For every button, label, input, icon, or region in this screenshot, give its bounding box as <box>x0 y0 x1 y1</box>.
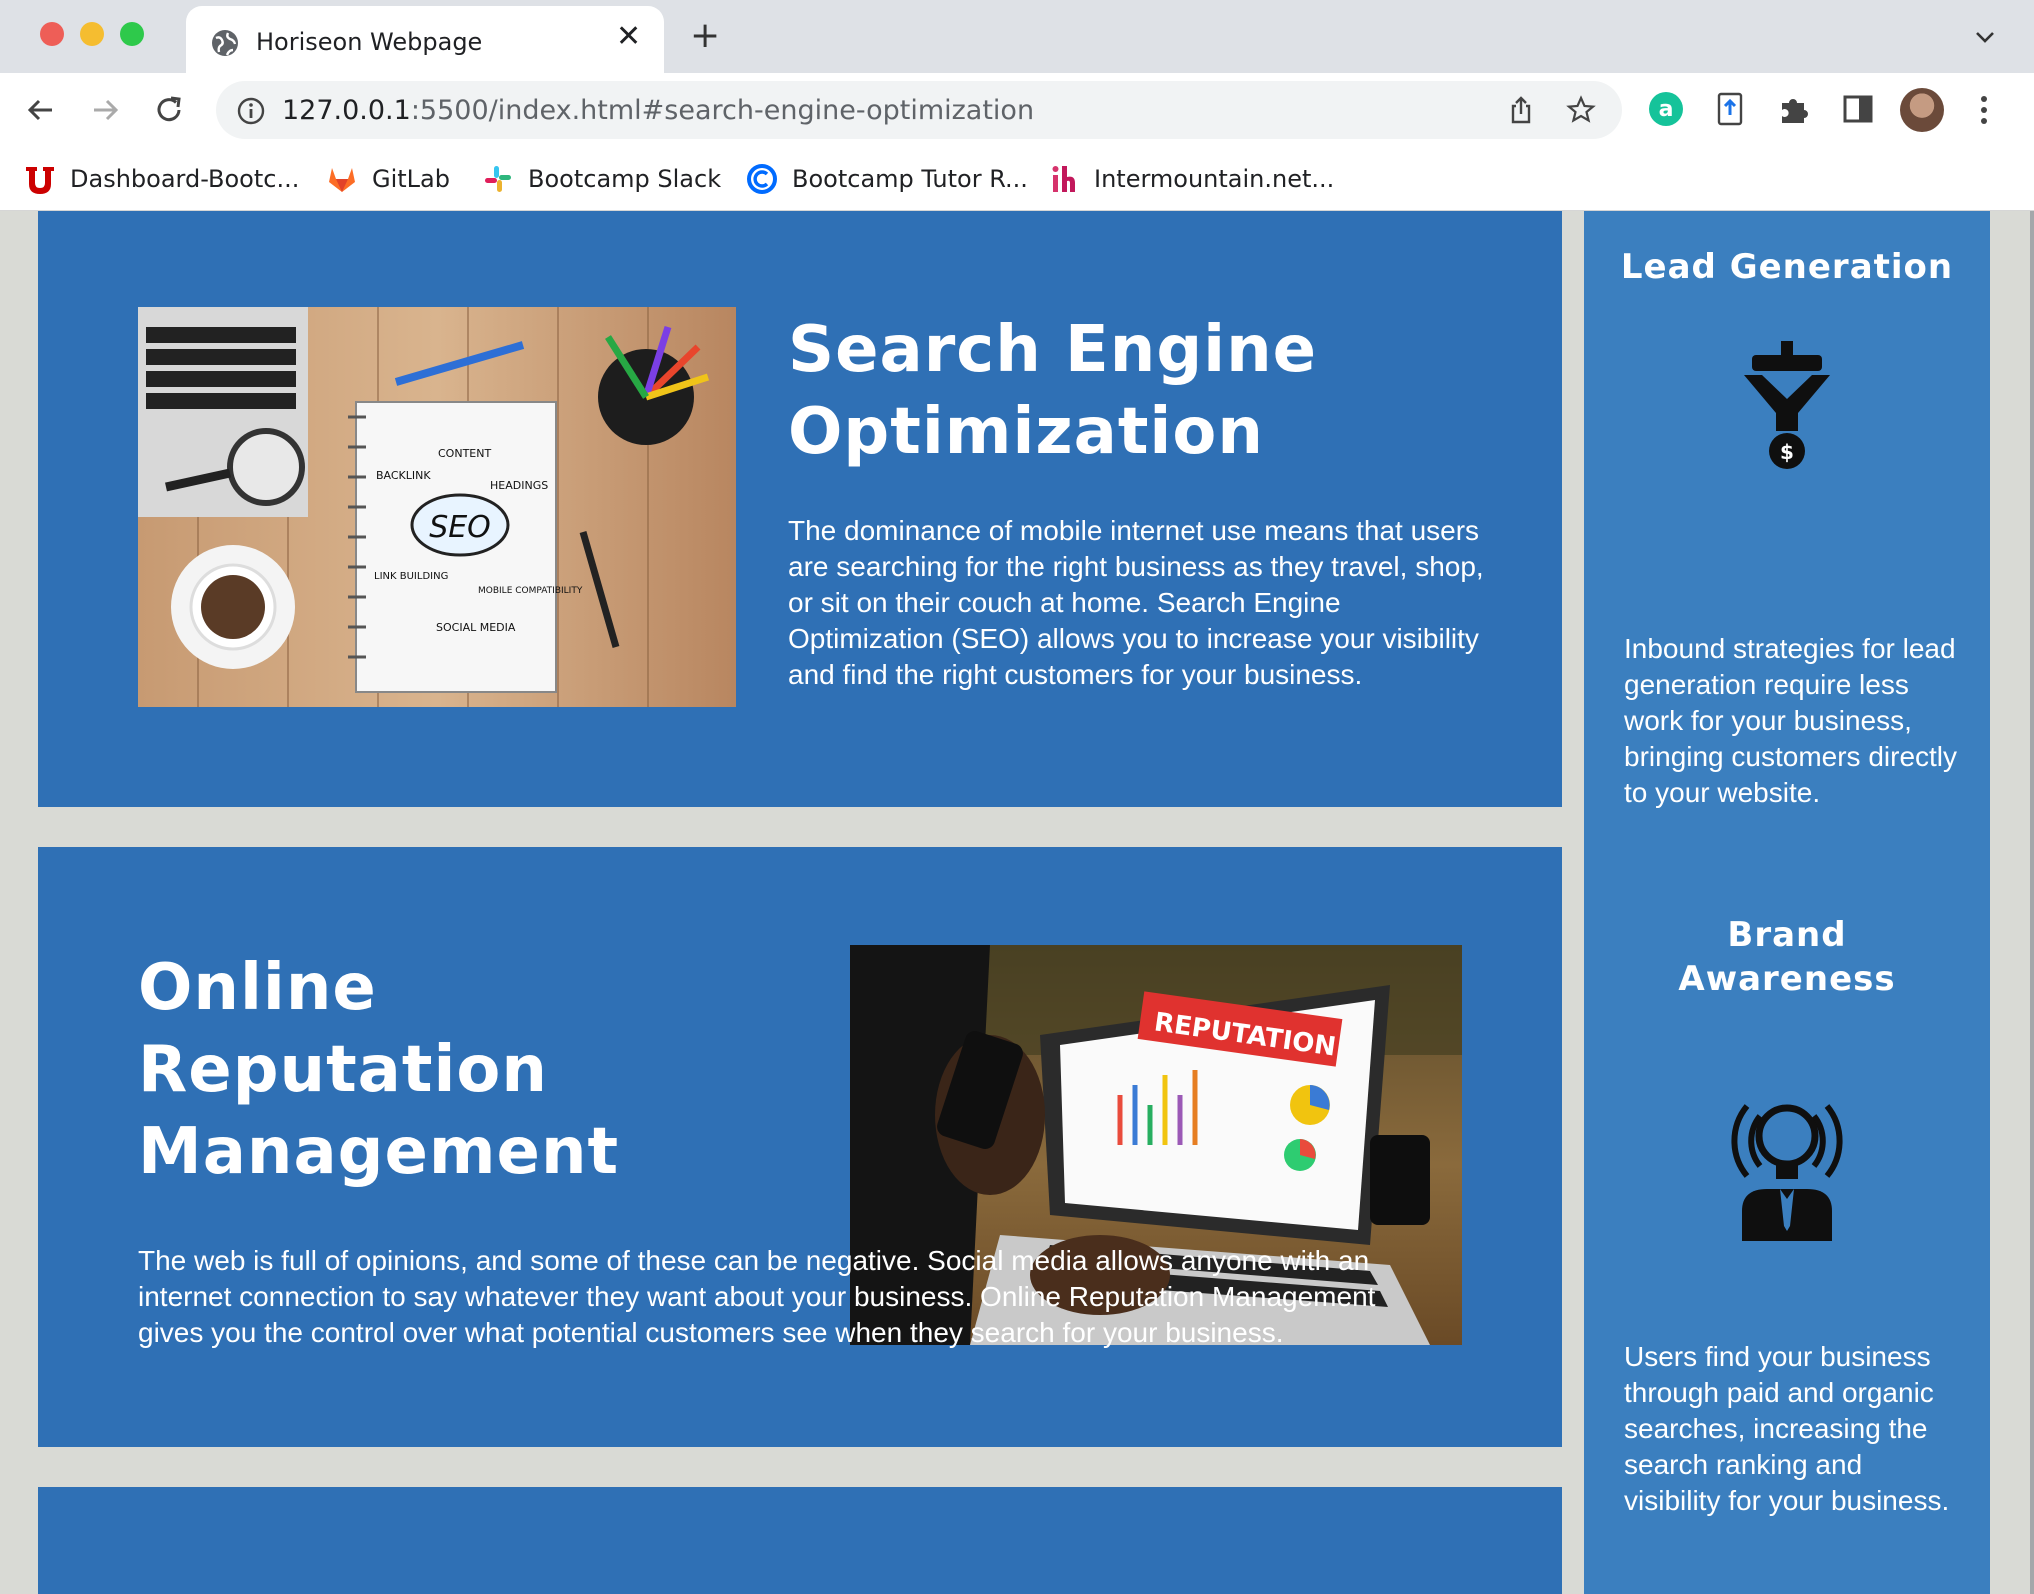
new-tab-icon[interactable]: + <box>690 18 720 54</box>
gitlab-icon <box>329 168 355 192</box>
lead-generation-heading: Lead Generation <box>1620 247 1954 287</box>
tab-title: Horiseon Webpage <box>256 28 483 56</box>
tab-horiseon[interactable]: Horiseon Webpage ✕ <box>186 6 664 73</box>
brand-awareness-icon <box>1731 1104 1843 1241</box>
bookmark-slack[interactable]: Bootcamp Slack <box>482 161 721 197</box>
brand-awareness-heading: Brand Awareness <box>1678 915 1896 999</box>
orm-heading: Online Reputation Management <box>138 951 620 1189</box>
bookmark-intermountain[interactable]: Intermountain.net... <box>1048 161 1334 197</box>
scrollbar-edge[interactable] <box>2030 211 2034 1594</box>
grammarly-extension-icon[interactable]: a <box>1648 91 1684 127</box>
page-viewport: SEO CONTENT BACKLINK HEADINGS LINK BUILD… <box>0 211 2034 1594</box>
calendly-icon <box>747 164 777 194</box>
page-right-margin <box>1990 211 2034 1594</box>
bookmark-star-icon[interactable] <box>1566 95 1596 125</box>
maximize-window-button[interactable] <box>120 22 144 46</box>
extensions-puzzle-icon[interactable] <box>1776 91 1812 127</box>
seo-image: SEO CONTENT BACKLINK HEADINGS LINK BUILD… <box>138 307 736 707</box>
profile-avatar[interactable] <box>1900 88 1944 132</box>
upload-extension-icon[interactable] <box>1712 91 1748 127</box>
seo-image-label: SEO <box>429 510 491 545</box>
seo-section: SEO CONTENT BACKLINK HEADINGS LINK BUILD… <box>38 211 1562 807</box>
bookmark-label: GitLab <box>372 165 450 193</box>
svg-text:BACKLINK: BACKLINK <box>376 469 431 482</box>
brand-awareness-text: Users find your business through paid an… <box>1624 1341 1950 1516</box>
share-icon[interactable] <box>1506 95 1536 125</box>
social-media-section <box>38 1487 1562 1594</box>
bookmark-label: Bootcamp Tutor R... <box>792 165 1028 193</box>
back-arrow-icon[interactable] <box>24 93 58 127</box>
svg-text:a: a <box>1659 97 1674 122</box>
url-host: 127.0.0.1 <box>282 95 411 126</box>
intermountain-icon <box>1052 166 1075 192</box>
url-text[interactable]: 127.0.0.1:5500/index.html#search-engine-… <box>282 95 1034 126</box>
svg-text:CONTENT: CONTENT <box>438 447 491 460</box>
university-logo-icon <box>26 167 54 194</box>
side-panel-icon[interactable] <box>1840 91 1876 127</box>
url-path: :5500/index.html#search-engine-optimizat… <box>410 95 1035 126</box>
orm-paragraph-text: The web is full of opinions, and some of… <box>138 1245 1376 1348</box>
reload-icon[interactable] <box>152 93 186 127</box>
svg-text:$: $ <box>1780 440 1794 464</box>
orm-paragraph: The web is full of opinions, and some of… <box>138 1243 1438 1351</box>
chevron-down-icon[interactable] <box>1972 24 1998 50</box>
close-tab-icon[interactable]: ✕ <box>616 22 641 52</box>
browser-toolbar: 127.0.0.1:5500/index.html#search-engine-… <box>0 73 2034 147</box>
seo-paragraph: The dominance of mobile internet use mea… <box>788 515 1484 690</box>
bookmark-gitlab[interactable]: GitLab <box>326 161 450 197</box>
orm-section: Online Reputation Management REPUTATION … <box>38 847 1562 1447</box>
address-bar[interactable]: 127.0.0.1:5500/index.html#search-engine-… <box>216 81 1622 139</box>
tab-bar: Horiseon Webpage ✕ + <box>0 0 2034 73</box>
minimize-window-button[interactable] <box>80 22 104 46</box>
bookmark-tutor[interactable]: Bootcamp Tutor R... <box>746 161 1028 197</box>
svg-text:HEADINGS: HEADINGS <box>490 479 548 492</box>
bookmark-label: Intermountain.net... <box>1094 165 1335 193</box>
lead-generation-icon: $ <box>1744 341 1830 469</box>
bookmark-label: Dashboard-Bootc... <box>70 165 300 193</box>
seo-heading: Search Engine Optimization <box>788 313 1318 469</box>
svg-text:SOCIAL MEDIA: SOCIAL MEDIA <box>436 621 516 634</box>
info-icon[interactable] <box>236 96 266 126</box>
svg-text:MOBILE COMPATIBILITY: MOBILE COMPATIBILITY <box>478 586 583 596</box>
close-window-button[interactable] <box>40 22 64 46</box>
slack-icon <box>485 166 511 192</box>
more-menu-icon[interactable] <box>1974 93 1994 127</box>
bookmarks-bar: Dashboard-Bootc... GitLab Bootcamp Slack… <box>0 147 2034 211</box>
globe-icon <box>212 30 238 56</box>
bookmark-label: Bootcamp Slack <box>528 165 722 193</box>
lead-generation-text: Inbound strategies for lead generation r… <box>1624 633 1958 808</box>
svg-text:LINK BUILDING: LINK BUILDING <box>374 571 448 582</box>
bookmark-dashboard[interactable]: Dashboard-Bootc... <box>24 161 299 197</box>
benefits-sidebar: Lead Generation $ Inbound strategies for… <box>1584 211 1990 1594</box>
forward-arrow-icon[interactable] <box>88 93 122 127</box>
